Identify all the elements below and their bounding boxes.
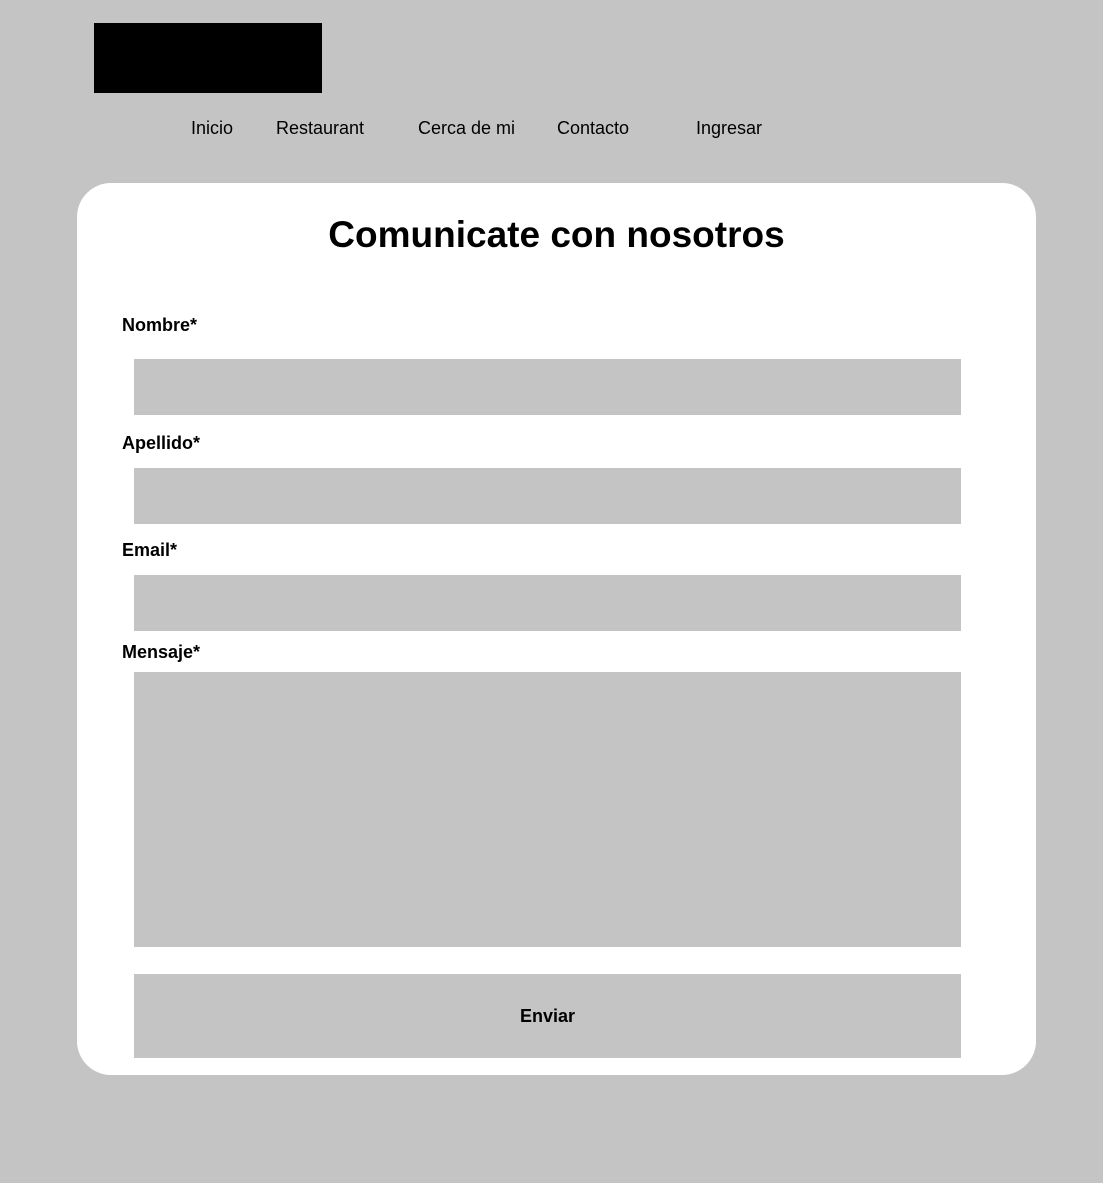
apellido-input[interactable] (134, 468, 961, 524)
contact-form-card: Comunicate con nosotros Nombre* Apellido… (77, 183, 1036, 1075)
nav-item-cerca-de-mi[interactable]: Cerca de mi (418, 116, 515, 140)
mensaje-label: Mensaje* (122, 642, 201, 662)
nombre-input[interactable] (134, 359, 961, 415)
page-title: Comunicate con nosotros (328, 214, 785, 255)
nombre-label: Nombre* (122, 315, 198, 335)
mensaje-textarea[interactable] (134, 672, 961, 947)
nav-item-restaurant[interactable]: Restaurant (276, 116, 364, 140)
email-label: Email* (122, 540, 178, 560)
enviar-button[interactable]: Enviar (134, 974, 961, 1058)
email-input[interactable] (134, 575, 961, 631)
apellido-label: Apellido* (122, 433, 201, 453)
logo[interactable] (94, 23, 322, 93)
nav-item-inicio[interactable]: Inicio (191, 116, 233, 140)
nav-item-contacto[interactable]: Contacto (557, 116, 629, 140)
main-nav: Inicio Restaurant Cerca de mi Contacto I… (0, 116, 1103, 140)
nav-item-ingresar[interactable]: Ingresar (696, 116, 762, 140)
